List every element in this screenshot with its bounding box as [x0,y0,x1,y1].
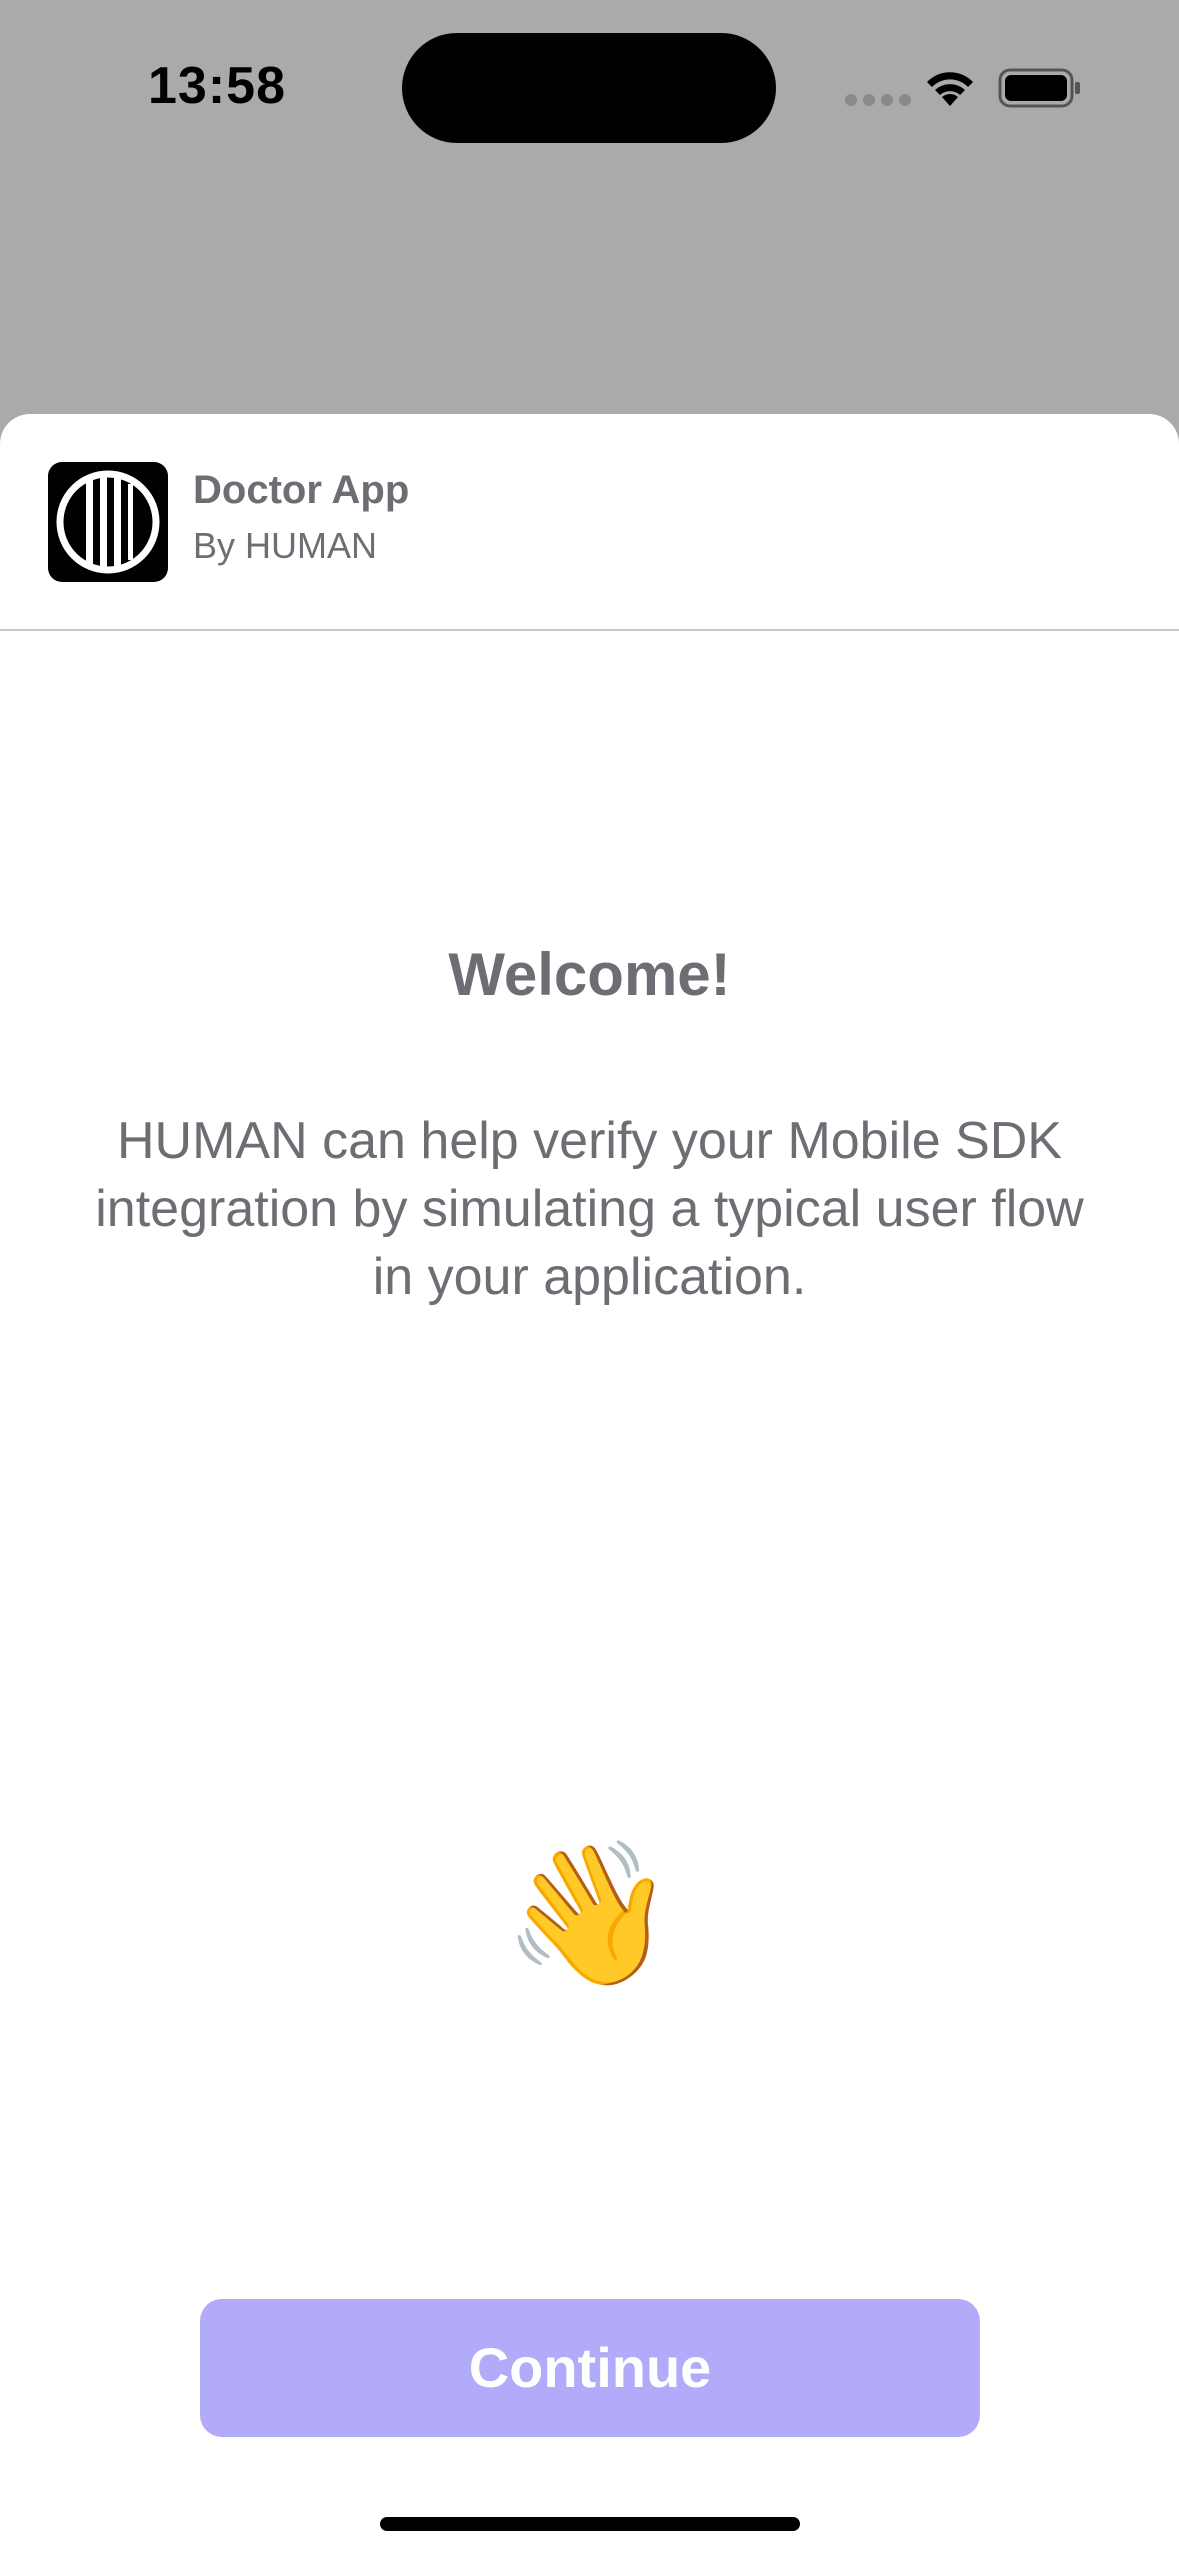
waving-hand-icon: 👋 [502,1835,677,1992]
welcome-description: HUMAN can help verify your Mobile SDK in… [95,1112,1084,1306]
dynamic-island [402,33,776,143]
wifi-icon [922,66,978,110]
status-time: 13:58 [148,57,286,115]
welcome-title: Welcome! [448,941,731,1008]
app-header: Doctor App By HUMAN [0,414,1179,631]
app-name: Doctor App [193,468,410,512]
battery-icon [998,68,1082,108]
continue-button[interactable]: Continue [200,2299,980,2437]
cellular-signal-icon [845,94,911,106]
sdk-welcome-sheet: Doctor App By HUMAN Welcome! HUMAN can h… [0,414,1179,2556]
app-publisher: By HUMAN [193,525,378,566]
app-logo-icon [48,462,168,582]
home-indicator[interactable] [380,2517,800,2531]
